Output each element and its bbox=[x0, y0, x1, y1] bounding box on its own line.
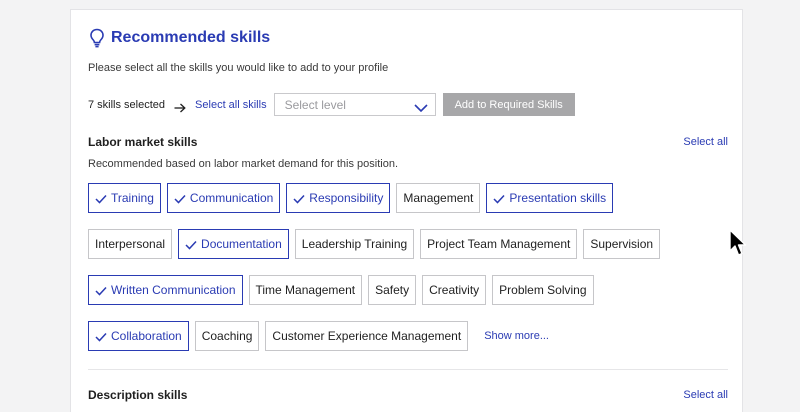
check-icon bbox=[293, 193, 305, 204]
check-icon bbox=[95, 193, 107, 204]
skill-chip-label: Customer Experience Management bbox=[272, 329, 462, 343]
skill-chip-label: Responsibility bbox=[309, 191, 384, 205]
skill-chip[interactable]: Presentation skills bbox=[486, 183, 614, 213]
description-skills-select-all[interactable]: Select all bbox=[683, 389, 728, 401]
check-icon bbox=[95, 331, 107, 342]
page-subtitle: Please select all the skills you would l… bbox=[88, 62, 389, 74]
skill-chip-label: Documentation bbox=[201, 237, 282, 251]
labor-market-description: Recommended based on labor market demand… bbox=[88, 158, 399, 170]
skill-chip[interactable]: Interpersonal bbox=[88, 229, 173, 259]
skill-chip-label: Written Communication bbox=[111, 283, 236, 297]
skill-chip-label: Interpersonal bbox=[95, 237, 166, 251]
lightbulb-icon bbox=[89, 28, 105, 48]
skill-chip[interactable]: Coaching bbox=[194, 321, 260, 351]
chevron-down-icon bbox=[414, 101, 428, 112]
skill-chip-row: Written Communication Time Management Safe… bbox=[88, 275, 728, 305]
skill-chip-label: Time Management bbox=[255, 283, 356, 297]
skill-chip[interactable]: Communication bbox=[166, 183, 281, 213]
add-to-required-skills-button[interactable]: Add to Required Skills bbox=[442, 93, 575, 116]
check-icon bbox=[174, 193, 186, 204]
page-title: Recommended skills bbox=[111, 29, 271, 46]
skill-chip[interactable]: Training bbox=[88, 183, 161, 213]
selection-toolbar: 7 skills selected Select all skills Sele… bbox=[88, 93, 575, 116]
skill-chip-row: Collaboration Coaching Customer Experience… bbox=[88, 321, 728, 351]
skill-chip[interactable]: Management bbox=[396, 183, 481, 213]
labor-market-title: Labor market skills bbox=[88, 135, 198, 149]
skill-chip-label: Management bbox=[403, 191, 474, 205]
skill-chip-label: Safety bbox=[375, 283, 410, 297]
skill-chip[interactable]: Written Communication bbox=[88, 275, 243, 305]
skill-chip-label: Coaching bbox=[201, 329, 253, 343]
description-skills-title: Description skills bbox=[88, 388, 188, 402]
skill-chip-row: Interpersonal Documentation Leadership Tra… bbox=[88, 229, 728, 259]
check-icon bbox=[95, 285, 107, 296]
check-icon bbox=[185, 239, 197, 250]
skill-chip[interactable]: Project Team Management bbox=[420, 229, 578, 259]
arrow-right-icon bbox=[174, 100, 186, 112]
skill-chip[interactable]: Customer Experience Management bbox=[265, 321, 469, 351]
description-skills-header: Description skills Select all bbox=[88, 388, 728, 402]
skill-chip[interactable]: Problem Solving bbox=[492, 275, 594, 305]
mouse-cursor-icon bbox=[729, 229, 747, 256]
skill-chip-label: Presentation skills bbox=[509, 191, 607, 205]
skill-chip-label: Communication bbox=[189, 191, 274, 205]
skill-chip-label: Supervision bbox=[590, 237, 654, 251]
check-icon bbox=[493, 193, 505, 204]
section-divider bbox=[88, 369, 728, 370]
labor-market-select-all[interactable]: Select all bbox=[683, 136, 728, 148]
level-select-placeholder: Select level bbox=[284, 97, 346, 112]
skill-chip[interactable]: Safety bbox=[368, 275, 417, 305]
skill-chip[interactable]: Time Management bbox=[248, 275, 363, 305]
skill-chip[interactable]: Responsibility bbox=[286, 183, 391, 213]
labor-market-header: Labor market skills Select all bbox=[88, 135, 728, 149]
recommended-skills-panel: Recommended skills Please select all the… bbox=[70, 9, 743, 412]
skill-chip-label: Creativity bbox=[429, 283, 480, 297]
skill-chip[interactable]: Supervision bbox=[583, 229, 661, 259]
skill-chip[interactable]: Documentation bbox=[178, 229, 289, 259]
skill-chip-label: Project Team Management bbox=[427, 237, 571, 251]
skill-chip[interactable]: Creativity bbox=[422, 275, 487, 305]
selected-count: 7 skills selected bbox=[88, 98, 166, 111]
show-more-link[interactable]: Show more... bbox=[484, 330, 549, 342]
select-all-skills-link[interactable]: Select all skills bbox=[195, 99, 267, 111]
skill-chip-label: Training bbox=[111, 191, 154, 205]
skill-chip-row: Training Communication Responsibility Manag… bbox=[88, 183, 728, 213]
skill-chip[interactable]: Collaboration bbox=[88, 321, 189, 351]
skill-chip-label: Problem Solving bbox=[499, 283, 587, 297]
skill-chip-label: Leadership Training bbox=[301, 237, 408, 251]
panel-header: Recommended skills bbox=[89, 28, 270, 48]
level-select[interactable]: Select level bbox=[273, 93, 436, 116]
skill-chip[interactable]: Leadership Training bbox=[294, 229, 415, 259]
skill-chips: Training Communication Responsibility Manag… bbox=[88, 183, 728, 367]
skill-chip-label: Collaboration bbox=[111, 329, 182, 343]
